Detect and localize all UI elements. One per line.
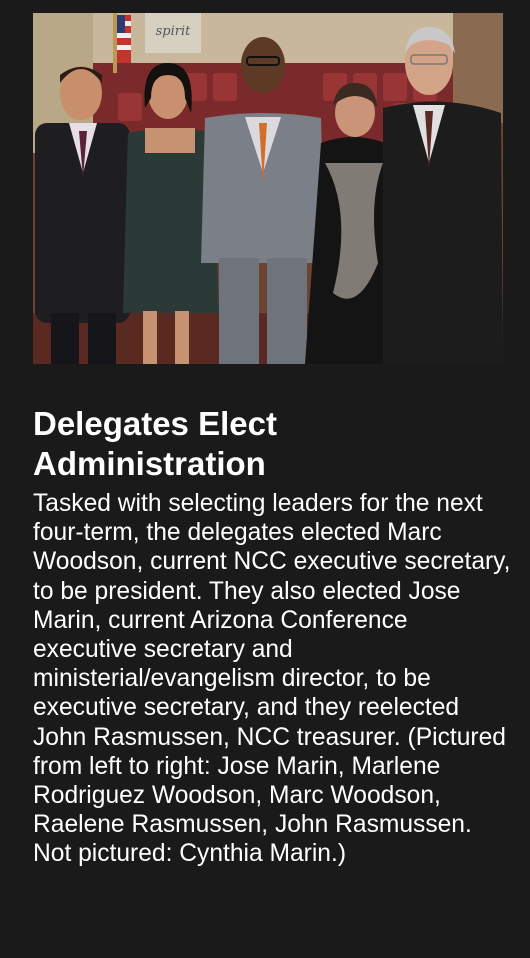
article-card: spirit Delegates Elect Administration Ta…	[0, 0, 530, 958]
banner-text: spirit	[156, 24, 192, 39]
group-photo-illustration: spirit	[33, 13, 503, 364]
article-body: Tasked with selecting leaders for the ne…	[33, 490, 511, 868]
group-photo: spirit	[33, 13, 503, 364]
article-headline: Delegates Elect Administration	[33, 405, 277, 482]
